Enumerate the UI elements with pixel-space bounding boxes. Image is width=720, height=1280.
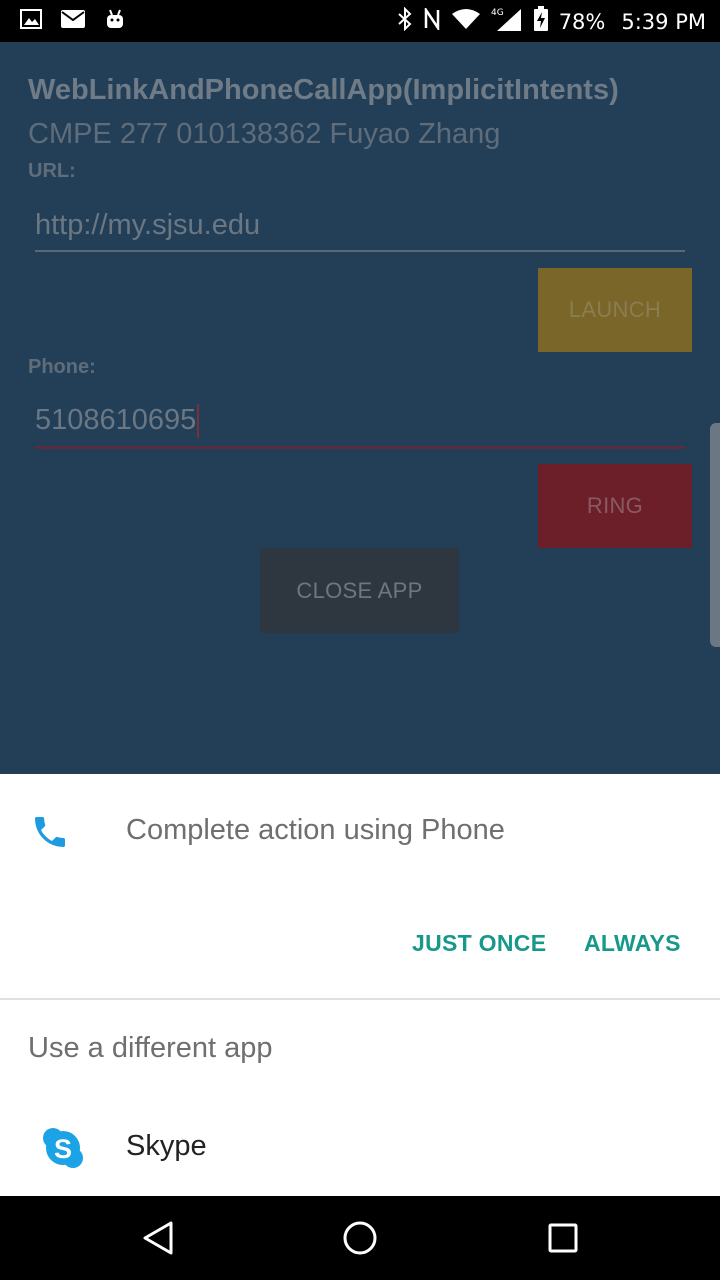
app-screen: WebLinkAndPhoneCallApp(ImplicitIntents) … <box>0 42 720 774</box>
launch-button[interactable]: LAUNCH <box>538 268 692 352</box>
status-bar: 4G 78% 5:39 PM <box>0 0 720 42</box>
dialog-title: Complete action using Phone <box>126 814 505 846</box>
skype-icon[interactable]: S <box>42 1127 84 1169</box>
app-subtitle: CMPE 277 010138362 Fuyao Zhang <box>28 118 501 150</box>
url-input[interactable]: http://my.sjsu.edu <box>35 209 685 252</box>
app-title: WebLinkAndPhoneCallApp(ImplicitIntents) <box>28 74 619 106</box>
recents-icon[interactable] <box>543 1218 583 1258</box>
app-chooser-dialog: Complete action using Phone JUST ONCE AL… <box>0 774 720 1196</box>
close-app-button[interactable]: CLOSE APP <box>260 548 459 633</box>
phone-input[interactable]: 5108610695 <box>35 404 685 450</box>
edge-panel-handle[interactable] <box>710 423 720 647</box>
navigation-bar <box>0 1196 720 1280</box>
cellular-signal-icon: 4G <box>491 6 523 38</box>
home-icon[interactable] <box>340 1218 380 1258</box>
just-once-button[interactable]: JUST ONCE <box>412 930 546 957</box>
phone-icon <box>30 812 70 852</box>
phone-label: Phone: <box>28 356 96 378</box>
ring-button[interactable]: RING <box>538 464 692 548</box>
nfc-icon <box>423 5 441 36</box>
svg-text:S: S <box>54 1134 72 1164</box>
android-notification-icon <box>104 8 126 35</box>
network-type-label: 4G <box>491 8 504 18</box>
status-clock: 5:39 PM <box>621 10 706 34</box>
battery-percentage: 78% <box>558 10 606 34</box>
back-icon[interactable] <box>138 1218 178 1258</box>
text-cursor <box>197 404 200 439</box>
wifi-icon <box>451 8 481 36</box>
url-input-value: http://my.sjsu.edu <box>35 209 261 241</box>
bluetooth-icon <box>397 6 413 37</box>
gallery-notification-icon <box>20 9 42 34</box>
use-different-app-heading: Use a different app <box>28 1032 273 1064</box>
mail-notification-icon <box>60 9 86 34</box>
phone-input-value: 5108610695 <box>35 404 197 436</box>
always-button[interactable]: ALWAYS <box>584 930 681 957</box>
battery-charging-icon <box>533 6 549 38</box>
divider <box>0 998 720 1000</box>
app-option-label[interactable]: Skype <box>126 1130 207 1163</box>
url-label: URL: <box>28 160 76 182</box>
